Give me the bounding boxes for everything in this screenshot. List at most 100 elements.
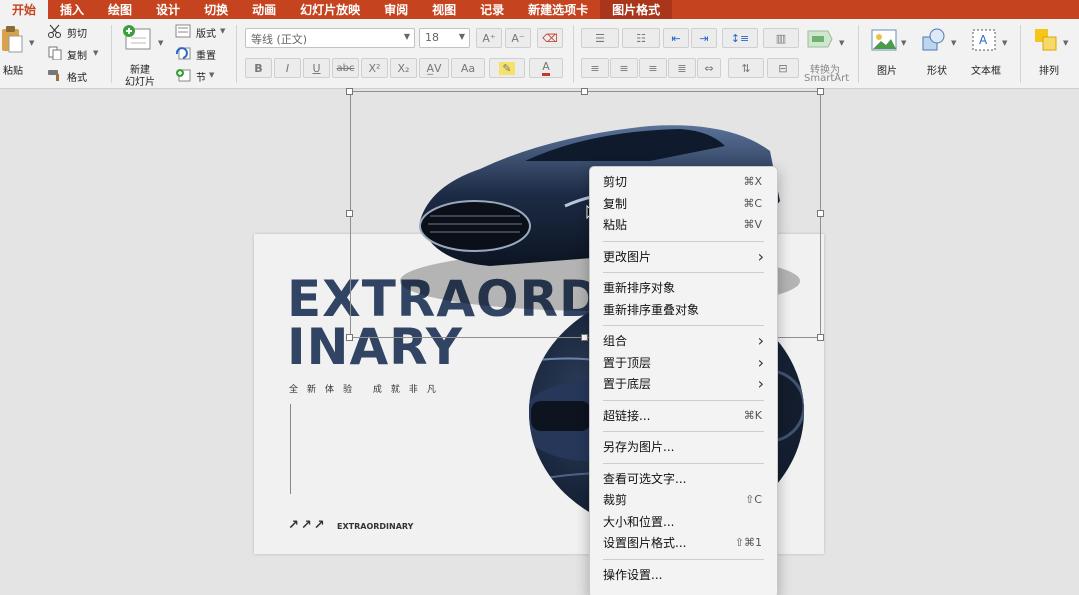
tab-10[interactable]: 新建选项卡 <box>516 0 600 19</box>
tab-4[interactable]: 切换 <box>192 0 240 19</box>
paste-button-label[interactable]: 粘贴 <box>3 62 23 77</box>
change-case-button[interactable]: Aa <box>451 58 485 78</box>
shapes-icon[interactable] <box>920 27 948 53</box>
context-menu-item[interactable]: 粘贴 ⌘V <box>590 214 777 236</box>
picture-button-label[interactable]: 图片 <box>877 62 897 77</box>
context-menu-item[interactable]: 重新排序重叠对象 <box>590 299 777 321</box>
layout-button-label[interactable]: 版式 <box>196 25 216 40</box>
copy-button-label[interactable]: 复制 <box>67 47 87 62</box>
increase-font-size-button[interactable]: A⁺ <box>476 28 502 48</box>
tab-2[interactable]: 绘图 <box>96 0 144 19</box>
context-menu-item[interactable]: 剪切 ⌘X <box>590 171 777 193</box>
context-menu-item[interactable]: 置于底层 › <box>590 373 777 395</box>
tab-9[interactable]: 记录 <box>468 0 516 19</box>
clear-formatting-button[interactable]: ⌫ <box>537 28 563 48</box>
resize-handle-top[interactable] <box>581 88 588 95</box>
slide-subtitle[interactable]: 全新体验 成就非凡 <box>289 382 445 395</box>
italic-button[interactable]: I <box>274 58 301 78</box>
tab-11[interactable]: 图片格式 <box>600 0 673 19</box>
context-menu-item[interactable]: 超链接... ⌘K <box>590 405 777 427</box>
align-left-button[interactable]: ≡ <box>581 58 609 78</box>
tab-6[interactable]: 幻灯片放映 <box>288 0 372 19</box>
paste-icon[interactable] <box>0 25 24 55</box>
arrange-dropdown-icon[interactable]: ▼ <box>1063 39 1068 47</box>
smartart-dropdown-icon[interactable]: ▼ <box>839 39 844 47</box>
context-menu-item[interactable]: 复制 ⌘C <box>590 193 777 215</box>
tab-1[interactable]: 插入 <box>48 0 96 19</box>
tab-5[interactable]: 动画 <box>240 0 288 19</box>
highlight-color-button[interactable]: ✎ <box>489 58 525 78</box>
strikethrough-button[interactable]: abc <box>332 58 359 78</box>
decrease-font-size-button[interactable]: A⁻ <box>505 28 531 48</box>
context-menu-item[interactable]: 裁剪 ⇧C <box>590 489 777 511</box>
context-menu-item[interactable]: 设置图片格式... ⇧⌘1 <box>590 532 777 554</box>
layout-dropdown-icon[interactable]: ▼ <box>220 27 225 35</box>
line-spacing-button[interactable]: ↕≡ <box>722 28 758 48</box>
copy-icon[interactable] <box>47 46 63 60</box>
picture-icon[interactable] <box>870 27 898 53</box>
tab-0[interactable]: 开始 <box>0 0 49 19</box>
justify-button[interactable]: ≣ <box>668 58 696 78</box>
context-menu-item[interactable]: 查看可选文字... <box>590 468 777 490</box>
align-right-button[interactable]: ≡ <box>639 58 667 78</box>
textbox-dropdown-icon[interactable]: ▼ <box>1002 39 1007 47</box>
text-direction-button[interactable]: ⇅ <box>728 58 764 78</box>
context-menu-item[interactable]: 另存为图片... <box>590 436 777 458</box>
columns-button[interactable]: ▥ <box>763 28 799 48</box>
subscript-button[interactable]: X₂ <box>390 58 417 78</box>
superscript-button[interactable]: X² <box>361 58 388 78</box>
resize-handle-right[interactable] <box>817 210 824 217</box>
smartart-icon[interactable] <box>806 27 836 51</box>
tab-7[interactable]: 审阅 <box>372 0 420 19</box>
context-menu-item[interactable]: 大小和位置... <box>590 511 777 533</box>
numbering-button[interactable]: ☷ <box>622 28 660 48</box>
section-dropdown-icon[interactable]: ▼ <box>209 71 214 79</box>
font-size-select[interactable]: 18 ▼ <box>419 28 470 48</box>
shapes-dropdown-icon[interactable]: ▼ <box>951 39 956 47</box>
tab-8[interactable]: 视图 <box>420 0 468 19</box>
shapes-button-label[interactable]: 形状 <box>927 62 947 77</box>
bold-button[interactable]: B <box>245 58 272 78</box>
resize-handle-bottom-right[interactable] <box>817 334 824 341</box>
context-menu-item[interactable]: 置于顶层 › <box>590 352 777 374</box>
format-painter-label[interactable]: 格式 <box>67 69 87 84</box>
align-center-button[interactable]: ≡ <box>610 58 638 78</box>
distributed-button[interactable]: ⇔ <box>697 58 721 78</box>
align-text-button[interactable]: ⊟ <box>767 58 799 78</box>
cut-button-label[interactable]: 剪切 <box>67 25 87 40</box>
resize-handle-bottom-left[interactable] <box>346 334 353 341</box>
context-menu-item[interactable]: 组合 › <box>590 330 777 352</box>
section-icon[interactable] <box>175 68 191 82</box>
section-button-label[interactable]: 节 <box>196 69 206 84</box>
format-painter-icon[interactable] <box>47 68 63 82</box>
reset-icon[interactable] <box>175 46 191 60</box>
bullets-button[interactable]: ☰ <box>581 28 619 48</box>
copy-dropdown-icon[interactable]: ▼ <box>93 49 98 57</box>
context-menu-item[interactable]: 操作设置... <box>590 564 777 586</box>
new-slide-label-line2[interactable]: 幻灯片 <box>125 73 155 88</box>
increase-indent-button[interactable]: ⇥ <box>691 28 717 48</box>
new-slide-icon[interactable] <box>121 25 155 53</box>
picture-dropdown-icon[interactable]: ▼ <box>901 39 906 47</box>
textbox-icon[interactable]: A <box>970 27 998 53</box>
scissors-icon[interactable] <box>47 24 63 38</box>
resize-handle-top-right[interactable] <box>817 88 824 95</box>
paste-dropdown-icon[interactable]: ▼ <box>29 39 34 47</box>
resize-handle-left[interactable] <box>346 210 353 217</box>
font-name-select[interactable]: 等线 (正文) ▼ <box>245 28 415 48</box>
context-menu-item[interactable]: 更改图片 › <box>590 246 777 268</box>
underline-button[interactable]: U <box>303 58 330 78</box>
layout-icon[interactable] <box>175 24 191 38</box>
decrease-indent-button[interactable]: ⇤ <box>663 28 689 48</box>
arrange-button-label[interactable]: 排列 <box>1039 62 1059 77</box>
font-color-button[interactable]: A <box>529 58 563 78</box>
arrange-icon[interactable] <box>1033 27 1059 53</box>
convert-smartart-label-line2[interactable]: SmartArt <box>804 73 849 84</box>
resize-handle-top-left[interactable] <box>346 88 353 95</box>
slide-footer-brand[interactable]: EXTRAORDINARY <box>337 522 413 531</box>
reset-button-label[interactable]: 重置 <box>196 47 216 62</box>
context-menu-item[interactable]: 重新排序对象 <box>590 277 777 299</box>
new-slide-dropdown-icon[interactable]: ▼ <box>158 39 163 47</box>
resize-handle-bottom[interactable] <box>581 334 588 341</box>
textbox-button-label[interactable]: 文本框 <box>971 62 1001 77</box>
